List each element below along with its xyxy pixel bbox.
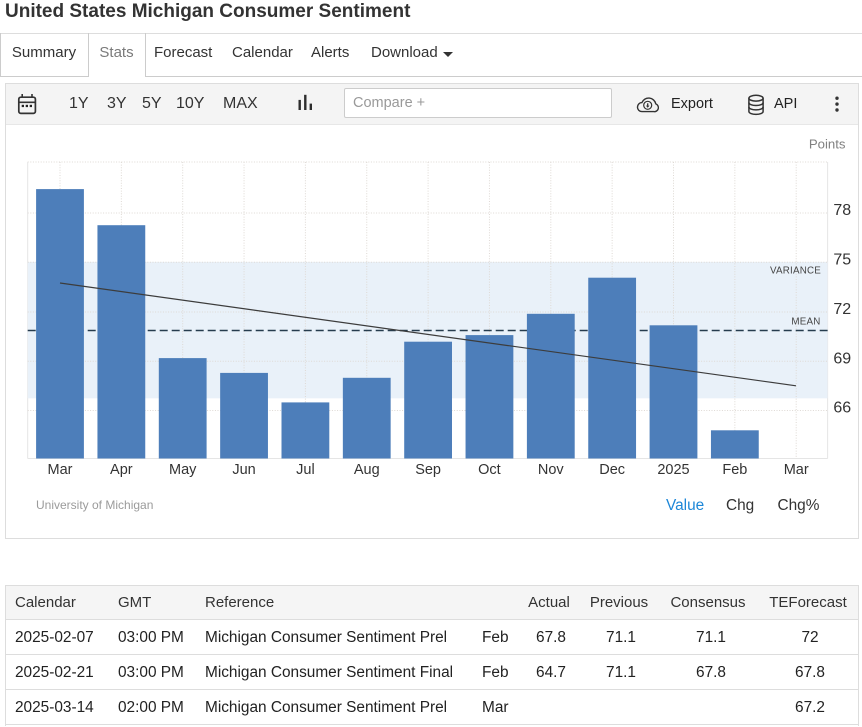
svg-text:Dec: Dec	[599, 462, 625, 478]
svg-text:Points: Points	[809, 137, 846, 152]
svg-text:Aug: Aug	[354, 462, 380, 478]
svg-text:2025: 2025	[657, 462, 689, 478]
svg-text:75: 75	[833, 252, 851, 269]
svg-text:May: May	[169, 462, 197, 478]
svg-text:Value: Value	[666, 497, 704, 514]
svg-text:Chg%: Chg%	[778, 497, 820, 514]
svg-text:Mar: Mar	[48, 462, 73, 478]
svg-text:MEAN: MEAN	[791, 317, 820, 328]
svg-text:Oct: Oct	[478, 462, 501, 478]
svg-text:Jul: Jul	[296, 462, 315, 478]
svg-text:Jun: Jun	[232, 462, 255, 478]
svg-text:University of Michigan: University of Michigan	[36, 498, 153, 512]
svg-text:78: 78	[833, 202, 851, 219]
svg-text:Nov: Nov	[538, 462, 565, 478]
svg-text:Feb: Feb	[722, 462, 747, 478]
svg-text:VARIANCE: VARIANCE	[770, 265, 821, 276]
svg-text:66: 66	[833, 400, 851, 417]
svg-text:Chg: Chg	[726, 497, 754, 514]
svg-text:Mar: Mar	[784, 462, 809, 478]
svg-text:Apr: Apr	[110, 462, 133, 478]
svg-text:Sep: Sep	[415, 462, 441, 478]
svg-text:69: 69	[833, 350, 851, 367]
svg-text:72: 72	[833, 301, 851, 318]
